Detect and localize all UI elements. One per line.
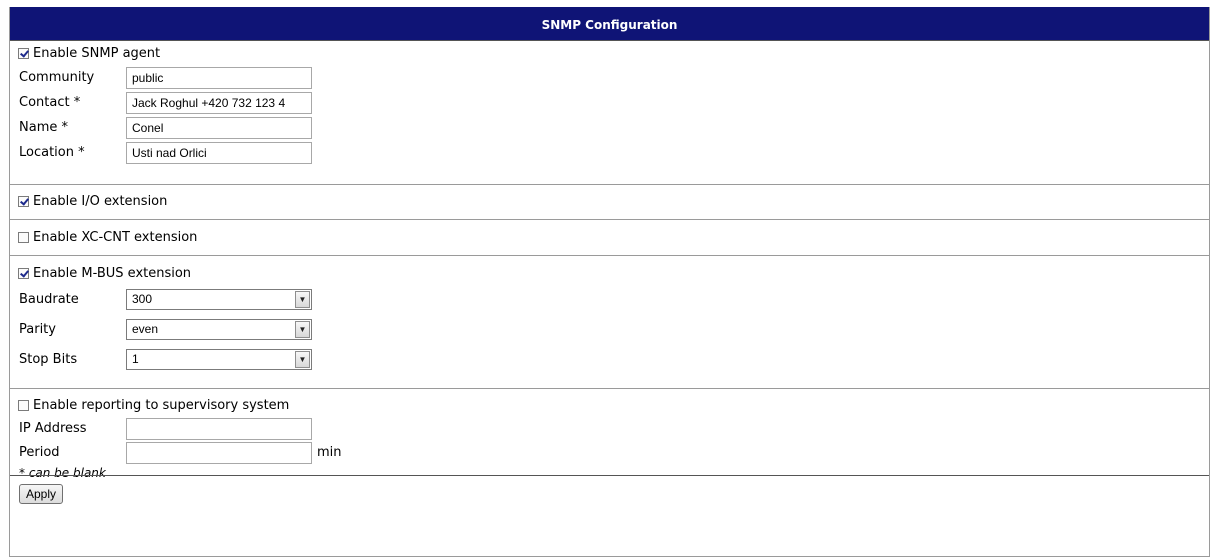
snmp-config-panel: SNMP Configuration Enable SNMP agent Com… [9,7,1210,557]
parity-label: Parity [19,322,56,337]
location-input[interactable]: Usti nad Orlici [126,142,312,164]
community-input[interactable]: public [126,67,312,89]
page-title: SNMP Configuration [10,7,1209,40]
baudrate-value: 300 [132,292,153,306]
enable-xccnt-checkbox[interactable] [18,231,29,243]
baudrate-label: Baudrate [19,292,79,307]
ip-address-input[interactable] [126,418,312,440]
chevron-down-icon[interactable]: ▼ [295,291,310,308]
parity-select[interactable]: even ▼ [126,319,312,340]
enable-snmp-checkbox[interactable] [18,47,29,59]
enable-mbus-checkbox[interactable] [18,267,29,279]
stopbits-value: 1 [132,352,139,366]
mbus-extension-section: Enable M-BUS extension Baudrate 300 ▼ Pa… [10,255,1209,388]
enable-mbus-label: Enable M-BUS extension [33,265,192,281]
location-label: Location * [19,145,85,160]
chevron-down-icon[interactable]: ▼ [295,321,310,338]
name-input[interactable]: Conel [126,117,312,139]
apply-section: Apply [10,475,1209,516]
baudrate-select[interactable]: 300 ▼ [126,289,312,310]
enable-reporting-label: Enable reporting to supervisory system [33,397,290,413]
enable-snmp-label: Enable SNMP agent [33,45,161,61]
community-label: Community [19,70,95,85]
apply-button[interactable]: Apply [19,484,64,504]
snmp-agent-section: Enable SNMP agent Community public Conta… [10,40,1209,184]
name-label: Name * [19,120,68,135]
enable-reporting-checkbox[interactable] [18,399,29,411]
io-extension-section: Enable I/O extension [10,184,1209,219]
parity-value: even [132,322,159,336]
chevron-down-icon[interactable]: ▼ [295,351,310,368]
enable-xccnt-label: Enable XC-CNT extension [33,229,198,245]
enable-io-checkbox[interactable] [18,195,29,207]
period-unit: min [317,445,342,460]
period-label: Period [19,445,60,460]
stopbits-select[interactable]: 1 ▼ [126,349,312,370]
stopbits-label: Stop Bits [19,352,78,367]
ip-address-label: IP Address [19,421,87,436]
contact-label: Contact * [19,95,81,110]
xccnt-extension-section: Enable XC-CNT extension [10,219,1209,255]
period-input[interactable] [126,442,312,464]
reporting-section: Enable reporting to supervisory system I… [10,388,1209,480]
contact-input[interactable]: Jack Roghul +420 732 123 4 [126,92,312,114]
enable-io-label: Enable I/O extension [33,193,168,209]
